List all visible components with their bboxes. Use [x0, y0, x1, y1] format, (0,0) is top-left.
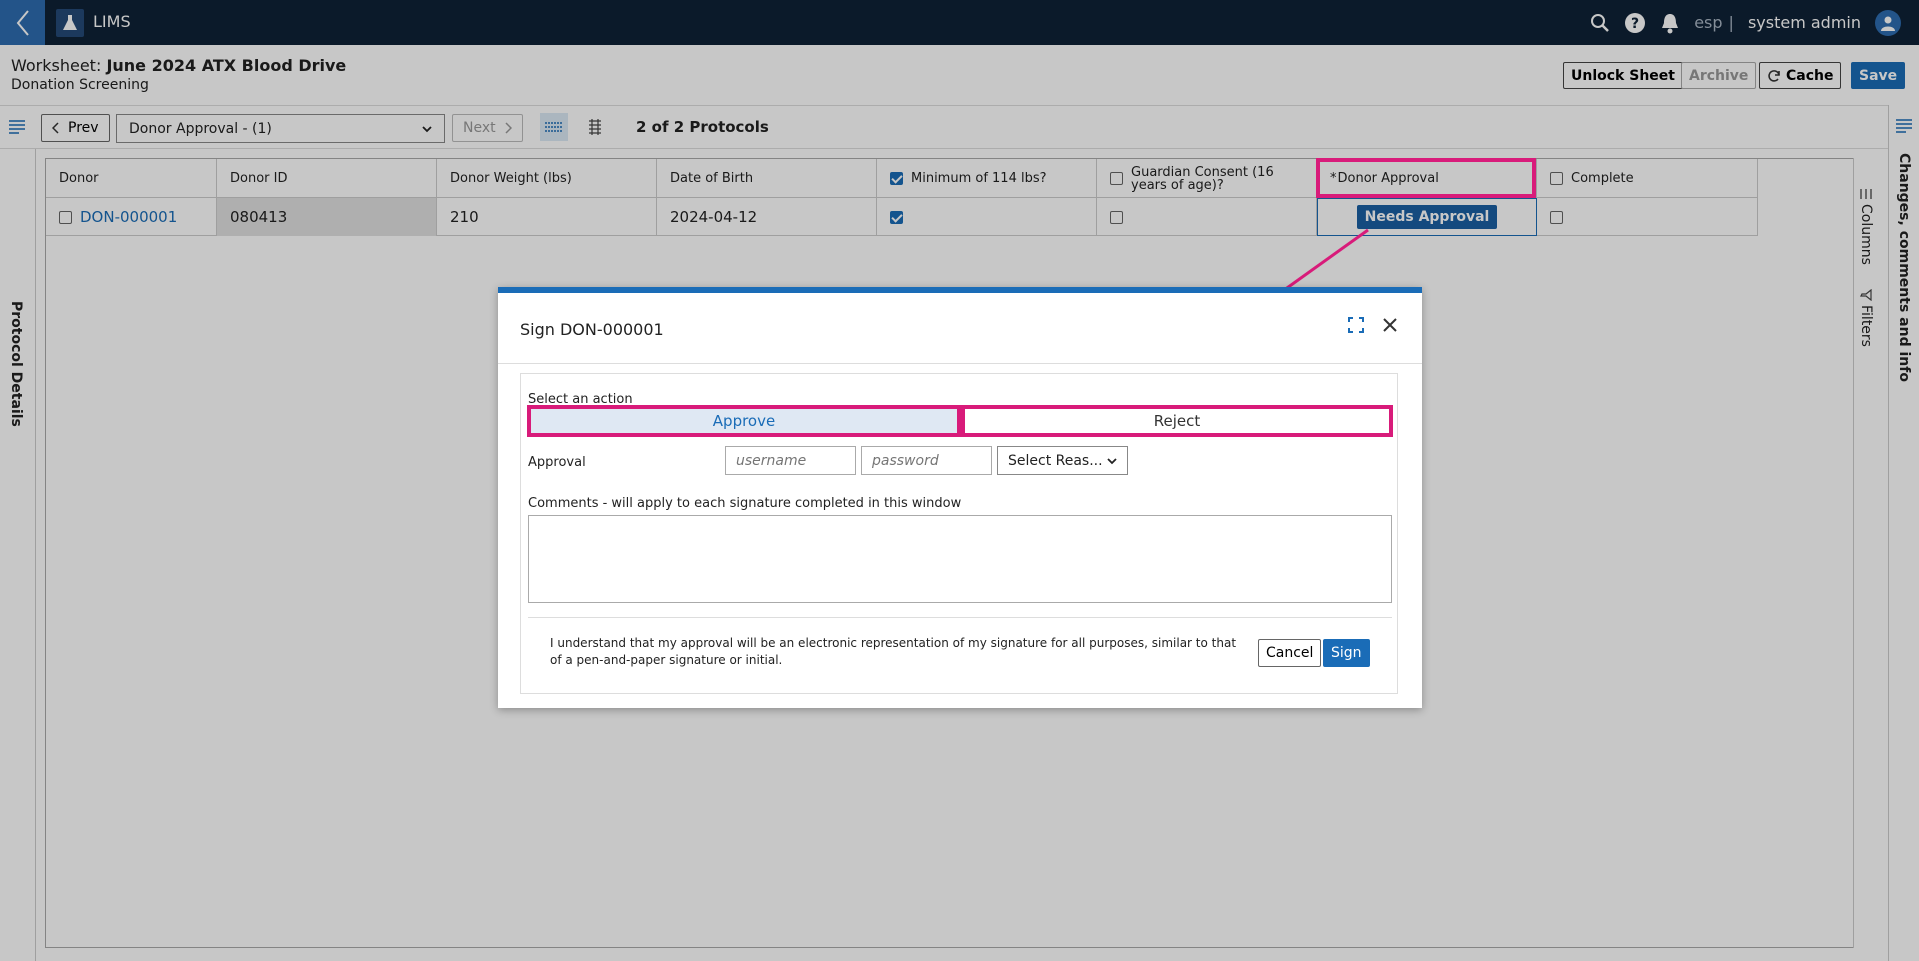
approval-label: Approval [528, 455, 586, 470]
divider [528, 617, 1392, 618]
sign-dialog: Sign DON-000001 Select an action Approve… [498, 287, 1422, 708]
approve-button[interactable]: Approve [527, 405, 961, 437]
signature-disclaimer: I understand that my approval will be an… [550, 636, 1237, 667]
comments-label: Comments - will apply to each signature … [528, 496, 962, 511]
reason-select[interactable]: Select Reas... [997, 446, 1128, 475]
cancel-button[interactable]: Cancel [1258, 639, 1322, 667]
sign-button[interactable]: Sign [1323, 639, 1370, 667]
dialog-body: Select an action Approve Reject Approval… [520, 373, 1398, 694]
username-field[interactable] [725, 446, 856, 475]
chevron-down-icon [1107, 457, 1117, 464]
comments-textarea[interactable] [528, 515, 1392, 603]
expand-icon[interactable] [1348, 317, 1364, 333]
divider [498, 363, 1422, 364]
password-field[interactable] [861, 446, 992, 475]
reject-button[interactable]: Reject [961, 405, 1393, 437]
dialog-title: Sign DON-000001 [520, 320, 664, 339]
reason-select-value: Select Reas... [1008, 452, 1103, 469]
close-icon[interactable] [1382, 317, 1398, 333]
